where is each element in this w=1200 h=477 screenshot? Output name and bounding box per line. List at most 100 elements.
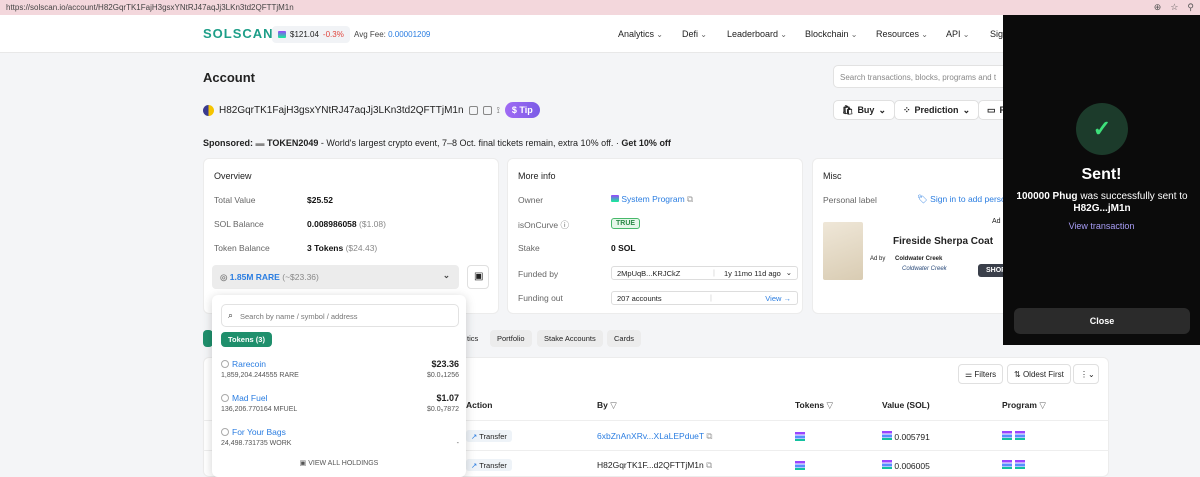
program-icons[interactable] bbox=[1002, 460, 1025, 472]
share-icon[interactable]: ⟟ bbox=[497, 105, 500, 116]
buy-button[interactable]: 🛍 Buy ⌄ bbox=[833, 100, 895, 120]
sponsored-banner[interactable]: Sponsored: ▬ TOKEN2049 - World's largest… bbox=[203, 138, 671, 148]
nav-resources[interactable]: Resources bbox=[876, 29, 928, 39]
browser-url-bar[interactable]: https://solscan.io/account/H82GqrTK1FajH… bbox=[0, 0, 1200, 15]
funded-age: 1y 11mo 11d ago bbox=[724, 269, 781, 278]
token-amount: 136,206.770164 MFUEL bbox=[221, 406, 298, 413]
tab-portfolio[interactable]: Portfolio bbox=[490, 330, 532, 347]
col-program-label: Program bbox=[1002, 400, 1037, 410]
copy-icon[interactable]: ⧉ bbox=[687, 194, 693, 204]
system-program-icon[interactable] bbox=[1014, 431, 1025, 440]
by-address[interactable]: 6xbZnAnXRv...XLaLEPdueT bbox=[597, 431, 704, 441]
sponsor-cta[interactable]: Get 10% off bbox=[621, 138, 671, 148]
filters-button[interactable]: ⚌ Filters bbox=[958, 364, 1004, 384]
token-name-rarecoin[interactable]: Rarecoin bbox=[221, 359, 266, 369]
ad-by-label: Ad by bbox=[870, 256, 886, 262]
filter-icon[interactable]: ▽ bbox=[610, 400, 617, 410]
nav-leaderboard[interactable]: Leaderboard bbox=[727, 29, 787, 39]
tab-cards[interactable]: Cards bbox=[607, 330, 642, 347]
view-all-label[interactable]: VIEW ALL HOLDINGS bbox=[308, 460, 378, 467]
nav-analytics[interactable]: Analytics bbox=[618, 29, 663, 39]
chevron-down-icon: ⌄ bbox=[962, 104, 971, 115]
solana-token-icon[interactable] bbox=[795, 432, 805, 441]
filter-icon[interactable]: ▽ bbox=[827, 400, 834, 410]
sign-in-label[interactable]: Sign in to add perso bbox=[930, 194, 1006, 204]
extensions-icon[interactable]: ⚲ bbox=[1187, 2, 1194, 13]
token-balance-value: 3 Tokens bbox=[307, 243, 344, 253]
ad-product-image[interactable] bbox=[823, 222, 863, 280]
system-program-icon[interactable] bbox=[1002, 460, 1012, 469]
by-address[interactable]: H82GqrTK1F...d2QFTTjM1n bbox=[597, 460, 704, 470]
owner-link[interactable]: System Program bbox=[621, 194, 684, 204]
columns-button[interactable]: ⋮⌄ bbox=[1073, 364, 1099, 384]
prediction-button[interactable]: ⁘ Prediction ⌄ bbox=[894, 100, 980, 120]
dots-icon: ⁘ bbox=[903, 104, 911, 115]
tab-tokens[interactable]: Tokens (3) bbox=[221, 332, 272, 347]
token-price: $0.0₅7872 bbox=[426, 406, 459, 413]
sponsor-label: Sponsored: bbox=[203, 138, 254, 148]
copy-icon[interactable]: ⧉ bbox=[706, 431, 712, 441]
total-value: $25.52 bbox=[307, 195, 333, 205]
nav-blockchain[interactable]: Blockchain bbox=[805, 29, 857, 39]
page-title: Account bbox=[203, 70, 255, 85]
nav-sign-in[interactable]: Sig bbox=[990, 29, 1003, 39]
col-program[interactable]: Program ▽ bbox=[1002, 400, 1046, 411]
solana-token-icon[interactable] bbox=[795, 461, 805, 470]
system-program-icon[interactable] bbox=[1002, 431, 1012, 440]
oncurve-badge: TRUE bbox=[611, 218, 641, 229]
qr-code-icon[interactable] bbox=[482, 105, 492, 115]
tab-analytics[interactable]: tics bbox=[463, 330, 485, 347]
wallet-icon: ▣ bbox=[474, 271, 484, 282]
sent-title: Sent! bbox=[1081, 166, 1122, 183]
funding-out-view-link[interactable]: View → bbox=[765, 294, 791, 303]
col-tokens[interactable]: Tokens ▽ bbox=[795, 400, 833, 411]
copy-icon[interactable] bbox=[468, 105, 478, 115]
token-name[interactable]: Mad Fuel bbox=[232, 393, 267, 403]
bookmark-star-icon[interactable]: ☆ bbox=[1170, 2, 1178, 13]
owner-value[interactable]: System Program ⧉ bbox=[611, 194, 693, 205]
buy-label: Buy bbox=[857, 105, 875, 115]
col-tokens-label: Tokens bbox=[795, 400, 825, 410]
tip-label: Tip bbox=[519, 105, 533, 115]
by-address-link[interactable]: 6xbZnAnXRv...XLaLEPdueT ⧉ bbox=[597, 431, 712, 442]
total-value-label: Total Value bbox=[214, 195, 256, 205]
tip-button[interactable]: $ Tip bbox=[504, 102, 540, 118]
token-icon bbox=[221, 394, 229, 402]
solscan-logo[interactable]: SOLSCAN bbox=[203, 26, 274, 41]
token-name-for-your-bags[interactable]: For Your Bags bbox=[221, 427, 286, 437]
funding-out-value: 207 accounts bbox=[617, 294, 662, 303]
action-badge: ↗ Transfer bbox=[466, 430, 512, 442]
url-text[interactable]: https://solscan.io/account/H82GqrTK1FajH… bbox=[6, 3, 1145, 12]
ad-brand: Coldwater Creek bbox=[895, 256, 943, 262]
zoom-icon[interactable]: ⊕ bbox=[1154, 2, 1162, 13]
chevron-down-icon[interactable]: ⌄ bbox=[786, 268, 792, 277]
token-name-mad-fuel[interactable]: Mad Fuel bbox=[221, 393, 267, 403]
filter-icon[interactable]: ▽ bbox=[1039, 400, 1046, 410]
token-value: $23.36 bbox=[431, 359, 459, 369]
sign-in-link[interactable]: 🏷 Sign in to add perso bbox=[917, 194, 1006, 205]
token-search-input[interactable]: ⌕ Search by name / symbol / address bbox=[221, 304, 459, 327]
close-button[interactable]: Close bbox=[1014, 308, 1190, 334]
ad-title[interactable]: Fireside Sherpa Coat bbox=[893, 236, 993, 247]
portfolio-view-button[interactable]: ▣ bbox=[467, 265, 489, 289]
funding-out-field[interactable]: 207 accounts | View → bbox=[611, 291, 798, 305]
view-all-holdings-link[interactable]: ▣ VIEW ALL HOLDINGS bbox=[212, 459, 466, 467]
sort-button[interactable]: ⇅ Oldest First bbox=[1007, 364, 1071, 384]
token-select-dropdown[interactable]: ◎ 1.85M RARE (~$23.36) ⌄ bbox=[212, 265, 459, 289]
system-program-icon[interactable] bbox=[1014, 460, 1025, 469]
view-transaction-link[interactable]: View transaction bbox=[1003, 221, 1200, 231]
funded-by-address[interactable]: 2MpUqB...KRJCkZ bbox=[617, 269, 680, 278]
search-input[interactable]: Search transactions, blocks, programs an… bbox=[833, 65, 1013, 88]
program-icons[interactable] bbox=[1002, 431, 1025, 443]
tab-stake-accounts[interactable]: Stake Accounts bbox=[537, 330, 603, 347]
nav-defi[interactable]: Defi bbox=[682, 29, 707, 39]
nav-api[interactable]: API bbox=[946, 29, 969, 39]
action-badge: ↗ Transfer bbox=[466, 459, 512, 471]
copy-icon[interactable]: ⧉ bbox=[706, 460, 712, 470]
col-by[interactable]: By ▽ bbox=[597, 400, 617, 411]
monitor-icon: ▭ bbox=[987, 104, 996, 115]
funded-by-field[interactable]: 2MpUqB...KRJCkZ | 1y 11mo 11d ago ⌄ bbox=[611, 266, 798, 280]
token-name[interactable]: For Your Bags bbox=[232, 427, 286, 437]
by-address-self[interactable]: H82GqrTK1F...d2QFTTjM1n ⧉ bbox=[597, 460, 712, 471]
token-name[interactable]: Rarecoin bbox=[232, 359, 266, 369]
